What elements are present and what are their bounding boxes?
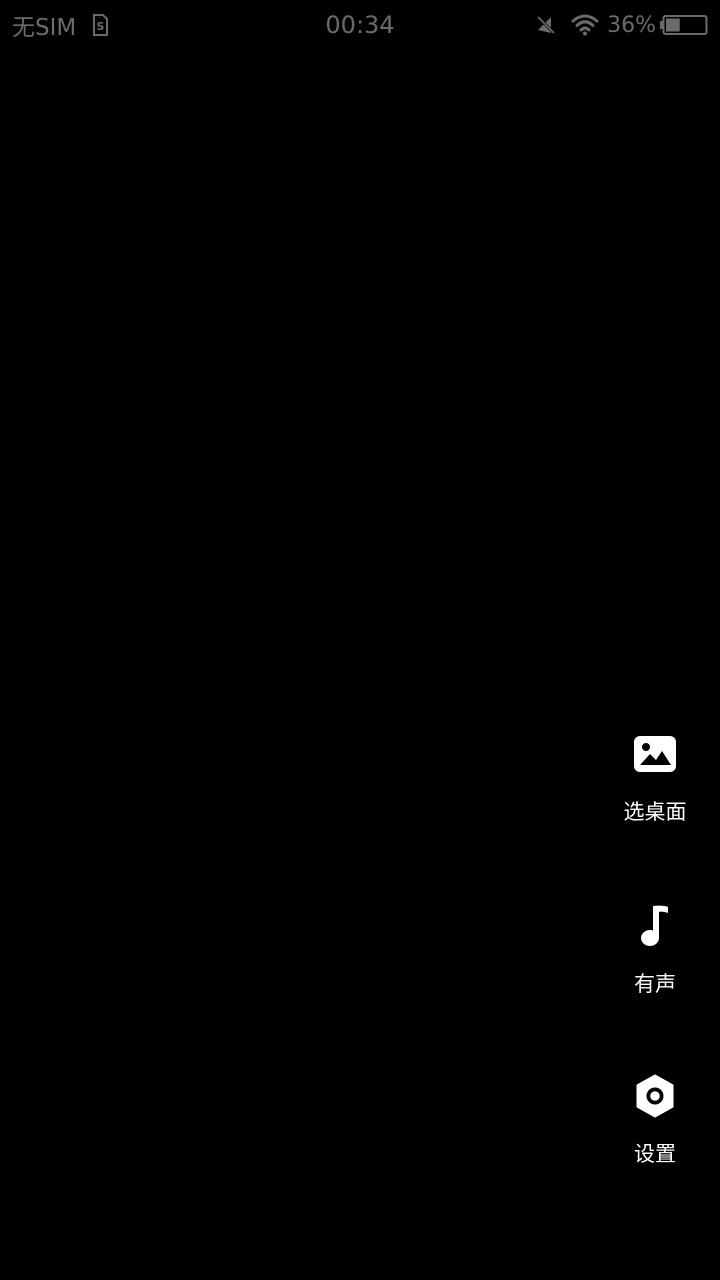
settings-hex-icon xyxy=(631,1072,679,1120)
sound-label: 有声 xyxy=(634,972,676,996)
music-note-icon xyxy=(631,902,679,950)
choose-desktop-label: 选桌面 xyxy=(623,800,687,824)
battery-percent: 36% xyxy=(607,12,656,38)
wifi-icon xyxy=(571,14,599,36)
settings-button[interactable]: 设置 xyxy=(590,1072,720,1202)
image-icon xyxy=(631,730,679,778)
status-bar: 无SIM S 00:34 36% xyxy=(0,0,720,50)
status-right: 36% xyxy=(535,10,708,40)
sound-toggle-button[interactable]: 有声 xyxy=(590,902,720,1032)
choose-desktop-button[interactable]: 选桌面 xyxy=(590,730,720,860)
mute-icon xyxy=(535,14,557,36)
settings-label: 设置 xyxy=(634,1142,676,1166)
battery-icon xyxy=(660,15,708,35)
